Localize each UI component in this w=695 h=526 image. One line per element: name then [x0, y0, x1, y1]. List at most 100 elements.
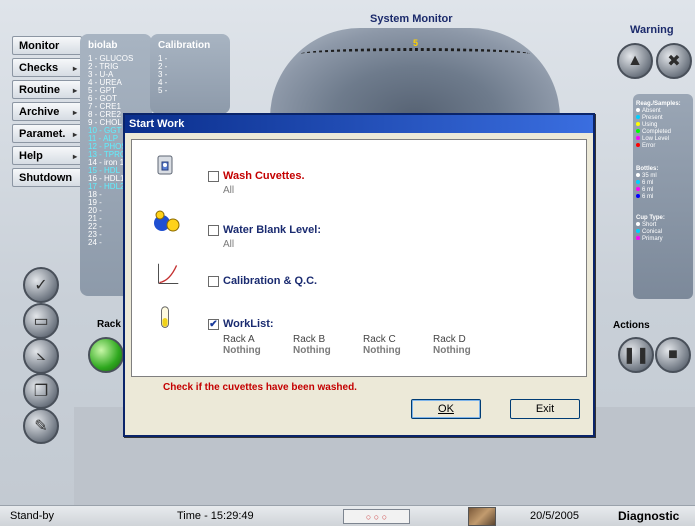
rack-summary: Rack A Nothing Rack B Nothing Rack C Nothin…	[223, 334, 503, 356]
warning-up-button[interactable]: ▲	[617, 43, 653, 79]
nav-help[interactable]: Help ▸	[12, 146, 82, 165]
actions-label: Actions	[613, 320, 650, 331]
legend-text: 6 ml	[642, 180, 654, 186]
legend-dot-icon	[636, 229, 640, 234]
water-blank-checkbox[interactable]	[208, 225, 219, 236]
print-button[interactable]: ▭	[23, 303, 59, 339]
legend-dot-icon	[636, 236, 640, 241]
legend-text: Present	[642, 115, 663, 121]
wash-cuvettes-checkbox[interactable]	[208, 171, 219, 182]
cuvette-wash-icon	[157, 155, 173, 175]
water-blank-label: Water Blank Level:	[223, 224, 322, 236]
legend-text: Absent	[642, 108, 661, 114]
rack-b: Rack B Nothing	[293, 334, 331, 356]
legend-entry: Low Level	[636, 136, 690, 143]
stop-icon: ■	[668, 346, 678, 363]
legend-entry: Short	[636, 222, 690, 229]
wash-cuvettes-label: Wash Cuvettes.	[223, 170, 305, 182]
legend-text: Short	[642, 222, 657, 228]
chevron-right-icon: ▸	[72, 152, 77, 161]
legend-text: Low Level	[642, 136, 670, 142]
confirm-button[interactable]: ✓	[23, 267, 59, 303]
legend-dot-icon	[636, 222, 640, 227]
calibration-item[interactable]: 4 -	[158, 79, 230, 87]
pause-button[interactable]: ❚❚	[618, 337, 654, 373]
calibration-panel: Calibration 1 -2 -3 -4 -5 -	[150, 34, 230, 114]
chart-icon: ⦣	[36, 347, 46, 364]
biolab-title: biolab	[88, 40, 118, 51]
legend-entry: Using	[636, 122, 690, 129]
rack-start-button[interactable]	[88, 337, 124, 373]
calibration-item[interactable]: 5 -	[158, 87, 230, 95]
wash-cuvettes-row: Wash Cuvettes. All	[132, 150, 586, 196]
ok-button[interactable]: OK	[411, 399, 481, 419]
legend-text: Using	[642, 122, 658, 128]
instrument-icon[interactable]	[468, 507, 496, 526]
calibration-label: Calibration & Q.C.	[223, 275, 318, 287]
nav-archive[interactable]: Archive ▸	[12, 102, 82, 121]
nav-routine[interactable]: Routine ▸	[12, 80, 82, 99]
main-nav: Monitor Checks ▸ Routine ▸ Archive ▸ Parame…	[12, 36, 82, 190]
legend-entry: 6 ml	[636, 187, 690, 194]
graph-button[interactable]: ⦣	[23, 338, 59, 374]
legend-dot-icon	[636, 180, 640, 185]
water-molecule-icon	[154, 210, 180, 232]
calibration-curve-icon	[158, 263, 179, 284]
status-lights: ○ ○ ○	[343, 509, 410, 524]
printer-icon: ▭	[33, 313, 49, 330]
calibration-item[interactable]: 2 -	[158, 63, 230, 71]
legend-dot-icon	[636, 136, 640, 141]
rack-a: Rack A Nothing	[223, 334, 261, 356]
nav-paramet[interactable]: Paramet. ▸	[12, 124, 82, 143]
test-tube-icon	[161, 306, 169, 328]
calibration-checkbox[interactable]	[208, 276, 219, 287]
water-blank-value: All	[223, 239, 235, 250]
worklist-checkbox[interactable]: ✔	[208, 319, 219, 330]
stop-button[interactable]: ■	[655, 337, 691, 373]
calibration-item[interactable]: 1 -	[158, 55, 230, 63]
checkmark-icon: ✓	[34, 277, 48, 294]
triangle-up-icon: ▲	[627, 52, 643, 69]
legend-reag-list: Absent Present Using Completed Low Level Erro…	[636, 108, 690, 150]
legend-entry: Present	[636, 115, 690, 122]
copy-button[interactable]: ❐	[23, 373, 59, 409]
rack-label: Rack	[97, 319, 121, 330]
legend-entry: Error	[636, 143, 690, 150]
close-icon: ✖	[667, 53, 681, 70]
legend-dot-icon	[636, 108, 640, 113]
legend-dot-icon	[636, 187, 640, 192]
system-monitor-title: System Monitor	[370, 13, 453, 25]
warning-title: Warning	[630, 24, 674, 36]
legend-text: Error	[642, 143, 656, 149]
warning-clear-button[interactable]: ✖	[656, 43, 692, 79]
edit-button[interactable]: ✎	[23, 408, 59, 444]
legend-text: Completed	[642, 129, 672, 135]
chevron-right-icon: ▸	[72, 86, 77, 95]
exit-button[interactable]: Exit	[510, 399, 580, 419]
nav-checks[interactable]: Checks ▸	[12, 58, 82, 77]
rack-c: Rack C Nothing	[363, 334, 401, 356]
nav-shutdown[interactable]: Shutdown	[12, 168, 82, 187]
legend-text: Primary	[642, 236, 663, 242]
copy-icon: ❐	[33, 383, 49, 400]
nav-monitor[interactable]: Monitor	[12, 36, 82, 55]
status-time: Time - 15:29:49	[177, 510, 254, 522]
chevron-right-icon: ▸	[72, 130, 77, 139]
legend-entry: Primary	[636, 236, 690, 243]
pencil-icon: ✎	[34, 418, 48, 435]
status-mode: Diagnostic	[618, 509, 680, 523]
chevron-right-icon: ▸	[72, 64, 77, 73]
legend-dot-icon	[636, 173, 640, 178]
water-blank-row: Water Blank Level: All	[132, 202, 586, 250]
rack-d: Rack D Nothing	[433, 334, 471, 356]
legend-entry: Absent	[636, 108, 690, 115]
legend-cup-title: Cup Type:	[636, 215, 665, 221]
calibration-item[interactable]: 3 -	[158, 71, 230, 79]
dialog-title: Start Work	[125, 115, 593, 133]
pause-icon: ❚❚	[622, 347, 650, 364]
chevron-right-icon: ▸	[72, 108, 77, 117]
legend-bottles-title: Bottles:	[636, 166, 659, 172]
calibration-row: Calibration & Q.C.	[132, 260, 586, 290]
legend-text: 35 ml	[642, 173, 657, 179]
status-date: 20/5/2005	[530, 510, 579, 522]
